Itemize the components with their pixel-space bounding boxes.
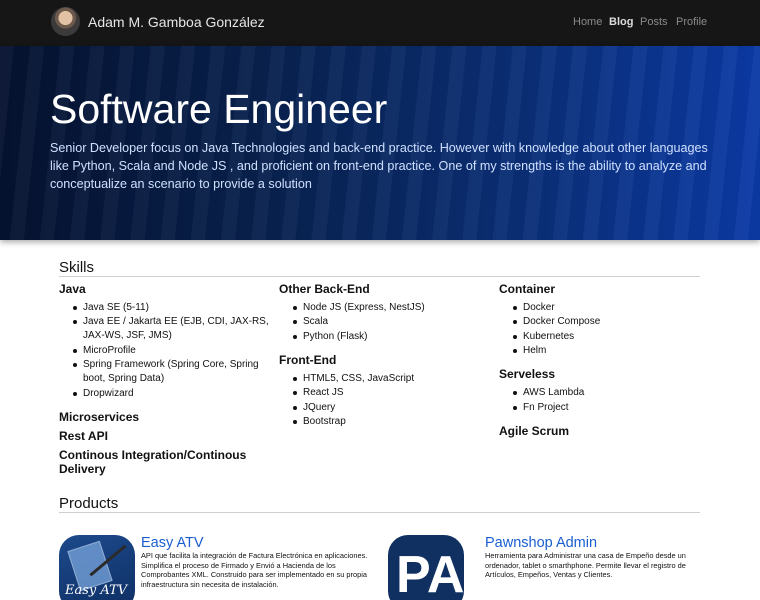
products-divider	[59, 512, 700, 513]
skill-item: Docker	[523, 302, 555, 313]
skill-category-serverless: Serveless	[499, 367, 556, 381]
bullet	[73, 392, 77, 396]
bullet	[73, 349, 77, 353]
product-description-easy-atv: API que facilita la integración de Factu…	[141, 551, 368, 589]
skill-category-microservices: Microservices	[59, 410, 140, 424]
skill-item: Java EE / Jakarta EE (EJB, CDI, JAX-RS,	[83, 316, 269, 327]
bullet	[293, 420, 297, 424]
nav-link-home[interactable]: Home	[573, 16, 602, 28]
bullet	[513, 349, 517, 353]
skill-item: MicroProfile	[83, 345, 136, 356]
bullet	[293, 320, 297, 324]
skill-item: Dropwizard	[83, 388, 134, 399]
product-title-pawnshop-admin[interactable]: Pawnshop Admin	[485, 535, 597, 551]
skill-category-ci-cd-line2: Delivery	[59, 462, 106, 476]
product-title-easy-atv[interactable]: Easy ATV	[141, 535, 204, 551]
skill-item: Node JS (Express, NestJS)	[303, 302, 425, 313]
pawnshop-admin-logo[interactable]: PA	[388, 535, 464, 600]
hero-description: Senior Developer focus on Java Technolog…	[50, 141, 708, 191]
skill-item: Bootstrap	[303, 416, 346, 427]
hero-banner: Software Engineer Senior Developer focus…	[0, 46, 760, 240]
avatar[interactable]	[51, 7, 80, 36]
skill-item: AWS Lambda	[523, 387, 585, 398]
pawnshop-admin-logo-text: PA	[396, 546, 464, 600]
bullet	[293, 335, 297, 339]
bullet	[513, 406, 517, 410]
easy-atv-logo[interactable]: Easy ATV	[59, 535, 135, 600]
skills-heading: Skills	[59, 259, 95, 276]
skill-item: Docker Compose	[523, 316, 601, 327]
skill-category-ci-cd: Continous Integration/Continous	[59, 448, 247, 462]
site-brand[interactable]: Adam M. Gamboa González	[88, 14, 265, 30]
skill-category-container: Container	[499, 282, 556, 296]
bullet	[73, 320, 77, 324]
bullet	[513, 335, 517, 339]
skill-item: Java SE (5-11)	[83, 302, 149, 313]
nav-link-blog[interactable]: Blog	[609, 16, 633, 28]
easy-atv-logo-text: Easy ATV	[65, 583, 128, 598]
bullet	[513, 306, 517, 310]
skill-item: Kubernetes	[523, 331, 575, 342]
skill-item: JQuery	[303, 402, 336, 413]
skill-item: Helm	[523, 345, 547, 356]
bullet	[293, 306, 297, 310]
products-heading: Products	[59, 495, 119, 512]
bullet	[293, 377, 297, 381]
skills-divider	[59, 276, 700, 277]
skill-item: boot, Spring Data)	[83, 373, 165, 384]
top-navbar: Adam M. Gamboa González Home Blog Posts …	[0, 0, 760, 46]
nav-link-profile[interactable]: Profile	[676, 16, 707, 28]
skill-item: JAX-WS, JSF, JMS)	[83, 330, 172, 341]
skill-category-rest-api: Rest API	[59, 429, 108, 443]
hero-title: Software Engineer	[50, 86, 388, 132]
skill-category-frontend: Front-End	[279, 353, 337, 367]
bullet	[513, 391, 517, 395]
skill-category-other-backend: Other Back-End	[279, 282, 370, 296]
bullet	[73, 306, 77, 310]
product-description-pawnshop-admin: Herramienta para Administrar una casa de…	[485, 551, 686, 580]
skill-item: Spring Framework (Spring Core, Spring	[83, 359, 259, 370]
skill-item: Fn Project	[523, 402, 569, 413]
bullet	[293, 391, 297, 395]
skill-item: Python (Flask)	[303, 331, 368, 342]
skill-item: Scala	[303, 316, 329, 327]
skill-category-java: Java	[59, 282, 86, 296]
skill-item: React JS	[303, 387, 344, 398]
bullet	[293, 406, 297, 410]
skill-category-agile-scrum: Agile Scrum	[499, 424, 570, 438]
bullet	[513, 320, 517, 324]
bullet	[73, 363, 77, 367]
skill-item: HTML5, CSS, JavaScript	[303, 373, 415, 384]
nav-link-posts[interactable]: Posts	[640, 16, 668, 28]
